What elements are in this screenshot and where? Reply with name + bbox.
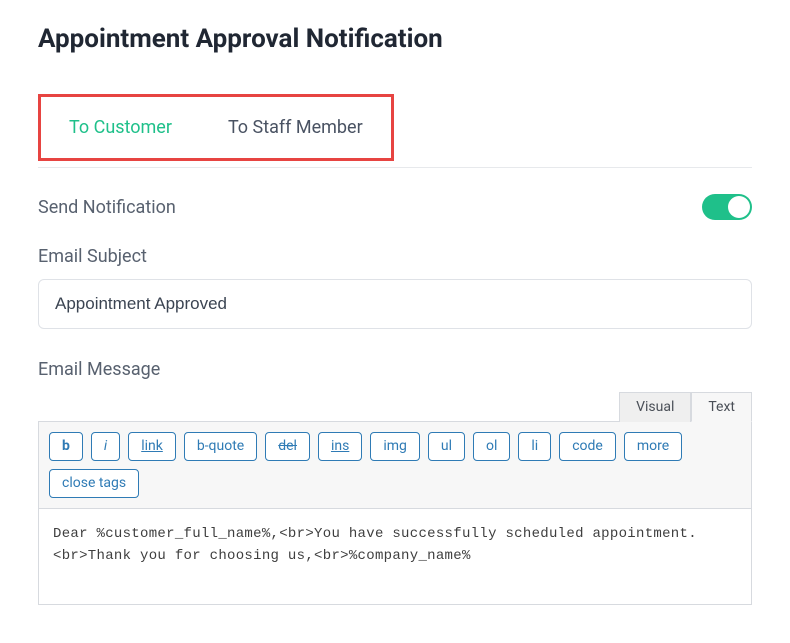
qt-ins-button[interactable]: ins [318,432,362,461]
qt-italic-button[interactable]: i [91,432,120,461]
qt-ol-button[interactable]: ol [473,432,510,461]
send-notification-toggle[interactable] [702,194,752,220]
toggle-knob [728,196,750,218]
editor-tab-text[interactable]: Text [691,392,752,422]
page-title: Appointment Approval Notification [38,24,752,54]
qt-code-button[interactable]: code [559,432,616,461]
email-message-textarea[interactable] [39,509,751,604]
qt-close-tags-button[interactable]: close tags [49,469,139,498]
qt-ul-button[interactable]: ul [428,432,465,461]
send-notification-row: Send Notification [38,194,752,220]
qt-bold-button[interactable]: b [49,432,83,461]
tab-to-staff-member[interactable]: To Staff Member [200,97,391,158]
email-subject-label: Email Subject [38,246,752,267]
editor-box: b i link b-quote del ins img ul ol li co… [38,421,752,605]
qt-link-button[interactable]: link [128,432,176,461]
qt-bquote-button[interactable]: b-quote [184,432,257,461]
qt-more-button[interactable]: more [624,432,682,461]
send-notification-label: Send Notification [38,197,176,218]
email-subject-input[interactable] [38,279,752,329]
qt-del-button[interactable]: del [265,432,310,461]
qt-img-button[interactable]: img [370,432,420,461]
quicktags-toolbar: b i link b-quote del ins img ul ol li co… [39,422,751,509]
editor-mode-tabs: Visual Text [38,392,752,422]
email-message-label: Email Message [38,359,752,380]
tab-to-customer[interactable]: To Customer [41,97,200,158]
recipient-tabs-highlight: To Customer To Staff Member [38,94,394,161]
qt-li-button[interactable]: li [518,432,551,461]
editor-tab-visual[interactable]: Visual [619,392,691,422]
tabs-divider [38,167,752,168]
